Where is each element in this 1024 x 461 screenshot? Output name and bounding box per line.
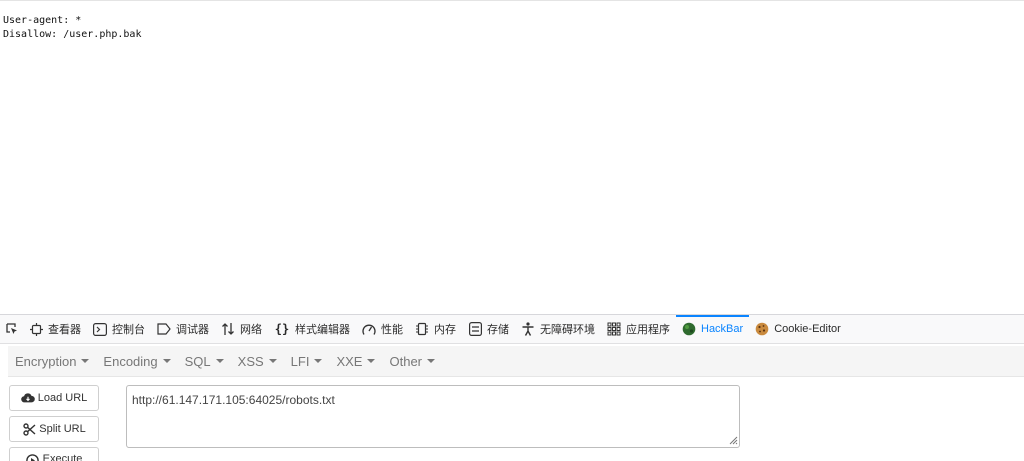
scissors-icon [22,422,36,436]
cookie-icon [755,322,769,336]
tab-inspector[interactable]: 查看器 [23,316,87,342]
tab-label: 内存 [434,324,456,336]
menu-xxe[interactable]: XXE [329,354,382,369]
storage-icon [468,322,482,336]
top-border [0,0,1024,1]
caret-down-icon [81,359,90,363]
url-input[interactable]: http://61.147.171.105:64025/robots.txt [126,385,740,448]
devtools-toolbar: 查看器 控制台 调试器 网络 {} 样式编辑器 性能 内存 存储 无障碍环境 应… [0,314,1024,344]
menu-label: Encryption [15,353,77,369]
menu-other[interactable]: Other [382,354,442,369]
caret-down-icon [427,359,435,363]
accessibility-icon [521,322,535,336]
menu-lfi[interactable]: LFI [284,354,330,369]
element-picker-button[interactable] [1,316,23,342]
button-label: Load URL [37,392,88,404]
tab-hackbar[interactable]: HackBar [676,315,750,342]
tab-label: 调试器 [176,324,209,336]
button-label: Execute [42,453,83,461]
tab-debugger[interactable]: 调试器 [151,316,215,342]
menu-encoding[interactable]: Encoding [96,354,177,369]
tab-label: 网络 [240,324,262,336]
tab-console[interactable]: 控制台 [87,316,151,342]
hackbar-menu-bar: Encryption Encoding SQL XSS LFI XXE Othe… [8,346,1024,377]
menu-label: XSS [237,353,264,369]
menu-label: XXE [336,353,363,369]
menu-xss[interactable]: XSS [231,354,284,369]
menu-label: LFI [290,353,310,369]
tab-label: HackBar [701,323,744,335]
menu-encryption[interactable]: Encryption [8,354,96,369]
split-url-button[interactable]: Split URL [9,416,99,442]
tab-accessibility[interactable]: 无障碍环境 [515,316,601,342]
element-picker-icon [6,323,17,334]
menu-label: SQL [184,353,211,369]
caret-down-icon [215,359,224,363]
execute-button[interactable]: Execute [9,447,99,461]
tab-label: 性能 [381,324,403,336]
caret-down-icon [268,359,277,363]
performance-icon [362,322,376,336]
load-url-button[interactable]: Load URL [9,385,99,411]
debugger-icon [157,322,171,336]
menu-sql[interactable]: SQL [178,354,231,369]
tab-network[interactable]: 网络 [215,316,268,342]
tab-label: 无障碍环境 [540,324,595,336]
caret-down-icon [314,359,323,363]
cloud-download-icon [20,391,35,405]
tab-performance[interactable]: 性能 [356,316,409,342]
network-icon [221,322,235,336]
caret-down-icon [367,359,376,363]
tab-label: Cookie-Editor [774,323,841,335]
style-editor-icon: {} [274,322,290,336]
menu-label: Encoding [103,353,158,369]
tab-label: 样式编辑器 [295,324,350,336]
tab-label: 查看器 [48,324,81,336]
menu-label: Other [389,353,422,369]
tab-label: 应用程序 [626,324,670,336]
devtools-panel: 查看器 控制台 调试器 网络 {} 样式编辑器 性能 内存 存储 无障碍环境 应… [0,314,1024,461]
hackbar-icon [682,322,696,336]
resize-grip-icon[interactable] [728,435,738,445]
tab-application[interactable]: 应用程序 [601,316,676,342]
play-circle-icon [26,453,40,461]
tab-style-editor[interactable]: {} 样式编辑器 [268,316,356,342]
memory-icon [415,322,429,336]
application-icon [607,322,621,336]
tab-memory[interactable]: 内存 [409,316,462,342]
robots-txt-content: User-agent: * Disallow: /user.php.bak [3,15,142,40]
tab-storage[interactable]: 存储 [462,316,515,342]
tab-label: 控制台 [112,324,145,336]
tab-cookie-editor[interactable]: Cookie-Editor [749,316,847,342]
caret-down-icon [162,359,171,363]
inspector-icon [29,322,43,336]
console-icon [93,322,107,336]
tab-label: 存储 [487,324,509,336]
button-label: Split URL [39,423,86,435]
